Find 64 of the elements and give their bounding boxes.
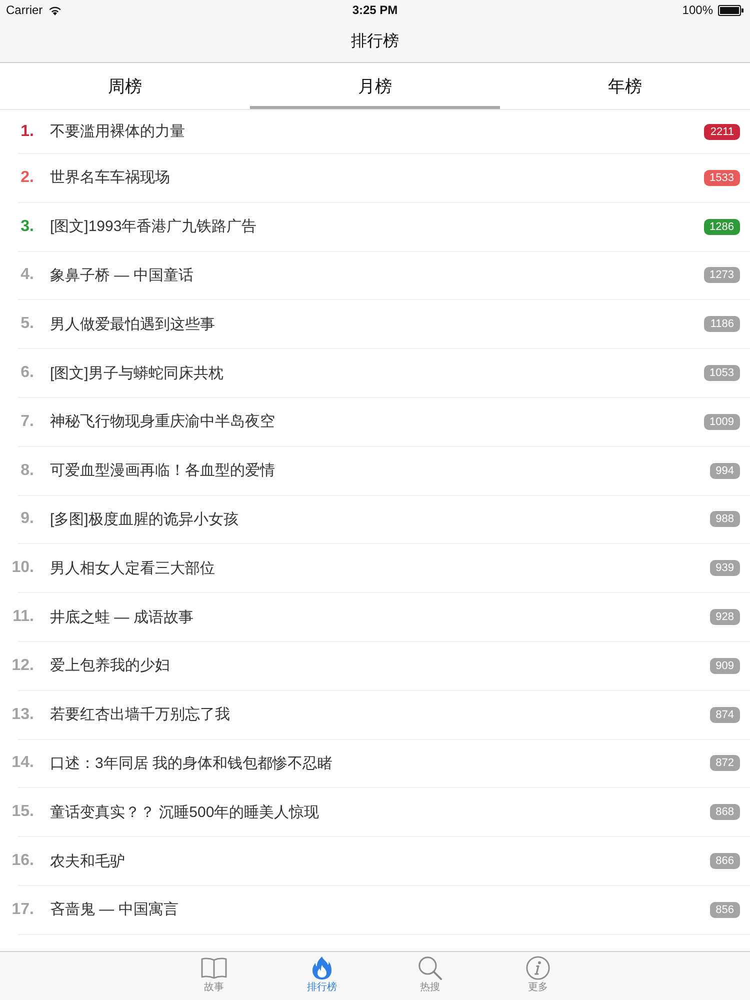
carrier-label: Carrier <box>6 3 43 17</box>
count-badge: 872 <box>710 755 740 772</box>
count-badge: 2211 <box>704 124 740 140</box>
story-title[interactable]: [图文]男子与蟒蛇同床共枕 <box>50 364 704 383</box>
status-time: 3:25 PM <box>351 3 399 17</box>
rank-number: 3. <box>20 218 34 236</box>
count-badge: 856 <box>710 902 740 918</box>
count-badge: 1533 <box>704 170 740 186</box>
count-badge: 868 <box>710 804 740 820</box>
segment-tab[interactable]: 周榜 <box>0 63 250 109</box>
count-badge: 939 <box>710 560 740 576</box>
rank-number: 17. <box>10 900 34 919</box>
count-badge: 994 <box>710 462 740 479</box>
rank-number: 5. <box>20 315 34 334</box>
tab-bar-item[interactable]: 排行榜 <box>268 952 376 1000</box>
rank-number: 8. <box>20 462 34 480</box>
segment-tab[interactable]: 月榜 <box>250 63 500 109</box>
story-title[interactable]: 不要滥用裸体的力量 <box>50 122 704 141</box>
battery-icon <box>718 4 744 16</box>
wifi-icon <box>48 4 62 16</box>
count-badge: 1009 <box>704 414 740 430</box>
story-title[interactable]: 童话变真实？？ 沉睡500年的睡美人惊现 <box>50 802 710 822</box>
story-title[interactable]: [图文]1993年香港广九铁路广告 <box>50 217 704 236</box>
story-title[interactable]: 世界名车车祸现场 <box>50 168 704 188</box>
story-title[interactable]: 井底之蛙 — 成语故事 <box>50 608 710 627</box>
count-badge: 1286 <box>704 218 740 235</box>
story-title[interactable]: 神秘飞行物现身重庆渝中半岛夜空 <box>50 412 704 432</box>
segment-tab[interactable]: 年榜 <box>500 63 750 109</box>
count-badge: 988 <box>710 511 740 528</box>
rank-number: 15. <box>10 803 34 822</box>
story-title[interactable]: 爱上包养我的少妇 <box>50 656 710 676</box>
story-title[interactable]: 若要红杏出墙千万别忘了我 <box>50 705 710 724</box>
rank-number: 14. <box>10 754 34 772</box>
story-title[interactable]: [多图]极度血腥的诡异小女孩 <box>50 510 710 529</box>
rank-number: 12. <box>10 656 34 675</box>
story-title[interactable]: 可爱血型漫画再临！各血型的爱情 <box>50 461 710 480</box>
count-badge: 1053 <box>704 365 740 382</box>
rank-number: 6. <box>20 364 34 382</box>
rank-number: 2. <box>20 168 34 187</box>
rank-number: 11. <box>12 608 34 626</box>
search-icon <box>417 956 443 980</box>
rank-number: 16. <box>10 852 34 870</box>
count-badge: 1186 <box>704 316 740 332</box>
rank-number: 4. <box>20 266 34 284</box>
count-badge: 909 <box>710 658 740 674</box>
story-title[interactable]: 口述：3年同居 我的身体和钱包都惨不忍睹 <box>50 754 710 773</box>
story-title[interactable]: 男人相女人定看三大部位 <box>50 558 710 578</box>
count-badge: 928 <box>710 609 740 626</box>
rank-number: 13. <box>10 706 34 724</box>
book-icon <box>201 956 227 980</box>
info-icon <box>525 956 551 980</box>
rank-number: 9. <box>20 510 34 528</box>
nav-title: 排行榜 <box>351 32 399 52</box>
rank-number: 7. <box>20 412 34 431</box>
story-title[interactable]: 象鼻子桥 — 中国童话 <box>50 266 704 285</box>
rank-number: 10. <box>10 559 34 578</box>
count-badge: 866 <box>710 853 740 870</box>
battery-percent: 100% <box>682 3 713 17</box>
story-title[interactable]: 农夫和毛驴 <box>50 852 710 871</box>
rank-number: 1. <box>20 122 34 140</box>
count-badge: 1273 <box>704 267 740 284</box>
story-title[interactable]: 男人做爱最怕遇到这些事 <box>50 314 704 334</box>
story-title[interactable]: 吝啬鬼 — 中国寓言 <box>50 900 710 920</box>
count-badge: 874 <box>710 706 740 723</box>
